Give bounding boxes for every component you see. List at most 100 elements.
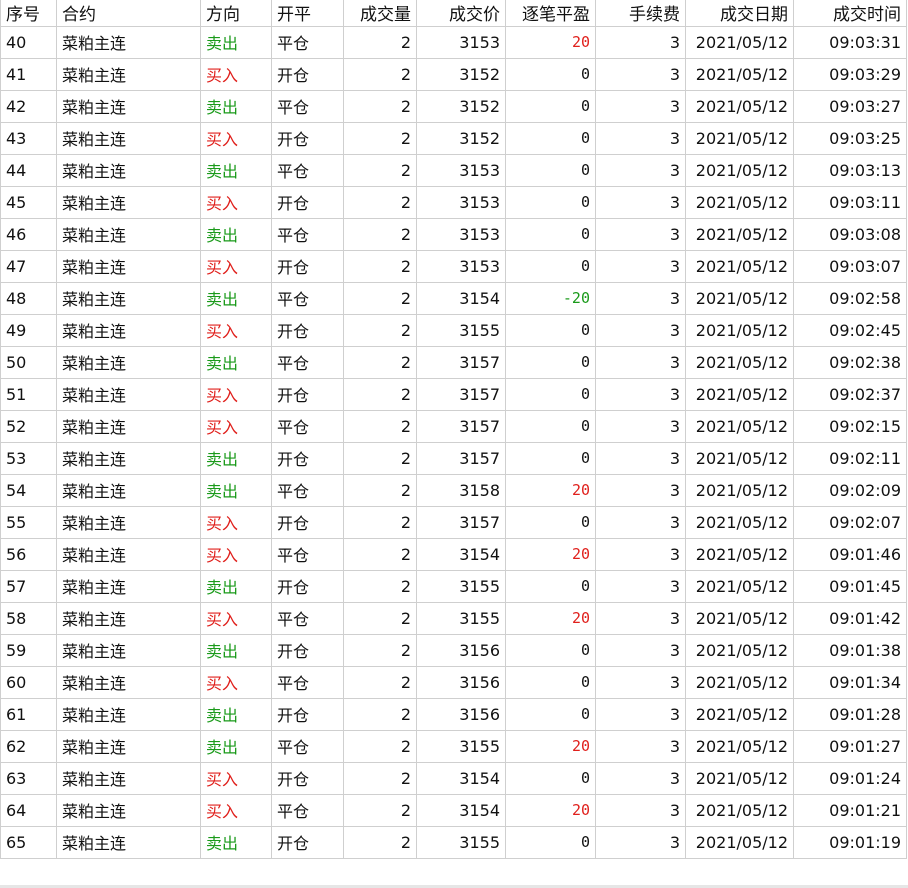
cell-direction: 卖出: [200, 281, 272, 315]
cell-offset: 平仓: [271, 665, 344, 699]
column-header-date[interactable]: 成交日期: [685, 0, 794, 27]
cell-volume: 2: [343, 665, 417, 699]
table-row[interactable]: 58 菜粕主连 买入 平仓 2 3155 20 3 2021/05/12 09:01:42: [0, 601, 907, 635]
cell-time: 09:03:25: [793, 121, 907, 155]
cell-pnl: 0: [505, 441, 596, 475]
cell-seq: 60: [0, 665, 57, 699]
cell-offset: 开仓: [271, 441, 344, 475]
cell-fee: 3: [595, 57, 686, 91]
table-row[interactable]: 55 菜粕主连 买入 开仓 2 3157 0 3 2021/05/12 09:02:07: [0, 505, 907, 539]
cell-direction: 买入: [200, 185, 272, 219]
column-header-volume[interactable]: 成交量: [343, 0, 417, 27]
table-row[interactable]: 40 菜粕主连 卖出 平仓 2 3153 20 3 2021/05/12 09:03:31: [0, 25, 907, 59]
cell-contract: 菜粕主连: [56, 505, 201, 539]
cell-direction: 买入: [200, 761, 272, 795]
cell-seq: 44: [0, 153, 57, 187]
cell-seq: 51: [0, 377, 57, 411]
cell-price: 3153: [416, 25, 506, 59]
cell-date: 2021/05/12: [685, 153, 794, 187]
table-row[interactable]: 60 菜粕主连 买入 平仓 2 3156 0 3 2021/05/12 09:01:34: [0, 665, 907, 699]
cell-contract: 菜粕主连: [56, 729, 201, 763]
cell-volume: 2: [343, 441, 417, 475]
cell-price: 3156: [416, 697, 506, 731]
cell-offset: 平仓: [271, 601, 344, 635]
cell-direction: 买入: [200, 57, 272, 91]
column-header-offset[interactable]: 开平: [271, 0, 344, 27]
table-row[interactable]: 54 菜粕主连 卖出 平仓 2 3158 20 3 2021/05/12 09:02:09: [0, 473, 907, 507]
table-row[interactable]: 57 菜粕主连 卖出 开仓 2 3155 0 3 2021/05/12 09:01:45: [0, 569, 907, 603]
cell-time: 09:01:19: [793, 825, 907, 859]
cell-date: 2021/05/12: [685, 473, 794, 507]
table-row[interactable]: 64 菜粕主连 买入 平仓 2 3154 20 3 2021/05/12 09:01:21: [0, 793, 907, 827]
cell-time: 09:02:45: [793, 313, 907, 347]
table-row[interactable]: 65 菜粕主连 卖出 开仓 2 3155 0 3 2021/05/12 09:01:19: [0, 825, 907, 859]
cell-price: 3155: [416, 313, 506, 347]
cell-price: 3155: [416, 825, 506, 859]
cell-date: 2021/05/12: [685, 121, 794, 155]
cell-seq: 42: [0, 89, 57, 123]
cell-pnl: 0: [505, 505, 596, 539]
cell-price: 3155: [416, 601, 506, 635]
cell-time: 09:03:11: [793, 185, 907, 219]
cell-pnl: 0: [505, 569, 596, 603]
cell-offset: 平仓: [271, 409, 344, 443]
cell-offset: 开仓: [271, 697, 344, 731]
cell-volume: 2: [343, 697, 417, 731]
column-header-contract[interactable]: 合约: [56, 0, 201, 27]
cell-date: 2021/05/12: [685, 313, 794, 347]
table-row[interactable]: 61 菜粕主连 卖出 开仓 2 3156 0 3 2021/05/12 09:01:28: [0, 697, 907, 731]
cell-contract: 菜粕主连: [56, 793, 201, 827]
cell-time: 09:01:28: [793, 697, 907, 731]
table-row[interactable]: 50 菜粕主连 卖出 平仓 2 3157 0 3 2021/05/12 09:02:38: [0, 345, 907, 379]
table-row[interactable]: 63 菜粕主连 买入 开仓 2 3154 0 3 2021/05/12 09:01:24: [0, 761, 907, 795]
column-header-fee[interactable]: 手续费: [595, 0, 686, 27]
cell-volume: 2: [343, 633, 417, 667]
table-row[interactable]: 41 菜粕主连 买入 开仓 2 3152 0 3 2021/05/12 09:03:29: [0, 57, 907, 91]
table-row[interactable]: 49 菜粕主连 买入 开仓 2 3155 0 3 2021/05/12 09:02:45: [0, 313, 907, 347]
table-row[interactable]: 42 菜粕主连 卖出 平仓 2 3152 0 3 2021/05/12 09:03:27: [0, 89, 907, 123]
table-row[interactable]: 52 菜粕主连 买入 平仓 2 3157 0 3 2021/05/12 09:02:15: [0, 409, 907, 443]
cell-seq: 58: [0, 601, 57, 635]
cell-offset: 平仓: [271, 25, 344, 59]
table-row[interactable]: 47 菜粕主连 买入 开仓 2 3153 0 3 2021/05/12 09:03:07: [0, 249, 907, 283]
table-row[interactable]: 56 菜粕主连 买入 平仓 2 3154 20 3 2021/05/12 09:01:46: [0, 537, 907, 571]
column-header-time[interactable]: 成交时间: [793, 0, 907, 27]
table-row[interactable]: 53 菜粕主连 卖出 开仓 2 3157 0 3 2021/05/12 09:02:11: [0, 441, 907, 475]
column-header-seq[interactable]: 序号: [0, 0, 57, 27]
cell-contract: 菜粕主连: [56, 473, 201, 507]
cell-price: 3157: [416, 441, 506, 475]
table-row[interactable]: 51 菜粕主连 买入 开仓 2 3157 0 3 2021/05/12 09:02:37: [0, 377, 907, 411]
table-row[interactable]: 48 菜粕主连 卖出 平仓 2 3154 -20 3 2021/05/12 09:02:58: [0, 281, 907, 315]
cell-direction: 卖出: [200, 729, 272, 763]
table-row[interactable]: 45 菜粕主连 买入 开仓 2 3153 0 3 2021/05/12 09:03:11: [0, 185, 907, 219]
cell-pnl: 0: [505, 249, 596, 283]
table-row[interactable]: 59 菜粕主连 卖出 开仓 2 3156 0 3 2021/05/12 09:01:38: [0, 633, 907, 667]
cell-time: 09:03:27: [793, 89, 907, 123]
cell-fee: 3: [595, 505, 686, 539]
cell-pnl: 0: [505, 377, 596, 411]
cell-contract: 菜粕主连: [56, 665, 201, 699]
cell-date: 2021/05/12: [685, 57, 794, 91]
cell-seq: 43: [0, 121, 57, 155]
cell-price: 3152: [416, 57, 506, 91]
cell-seq: 41: [0, 57, 57, 91]
table-row[interactable]: 43 菜粕主连 买入 开仓 2 3152 0 3 2021/05/12 09:03:25: [0, 121, 907, 155]
column-header-direction[interactable]: 方向: [200, 0, 272, 27]
table-row[interactable]: 62 菜粕主连 卖出 平仓 2 3155 20 3 2021/05/12 09:01:27: [0, 729, 907, 763]
cell-contract: 菜粕主连: [56, 153, 201, 187]
cell-offset: 开仓: [271, 249, 344, 283]
cell-time: 09:03:08: [793, 217, 907, 251]
column-header-price[interactable]: 成交价: [416, 0, 506, 27]
column-header-pnl[interactable]: 逐笔平盈: [505, 0, 596, 27]
cell-volume: 2: [343, 185, 417, 219]
table-row[interactable]: 44 菜粕主连 卖出 平仓 2 3153 0 3 2021/05/12 09:03:13: [0, 153, 907, 187]
cell-contract: 菜粕主连: [56, 89, 201, 123]
cell-seq: 48: [0, 281, 57, 315]
cell-offset: 平仓: [271, 473, 344, 507]
cell-fee: 3: [595, 217, 686, 251]
table-row[interactable]: 46 菜粕主连 卖出 平仓 2 3153 0 3 2021/05/12 09:03:08: [0, 217, 907, 251]
cell-offset: 平仓: [271, 793, 344, 827]
cell-direction: 买入: [200, 505, 272, 539]
cell-offset: 开仓: [271, 377, 344, 411]
cell-contract: 菜粕主连: [56, 121, 201, 155]
